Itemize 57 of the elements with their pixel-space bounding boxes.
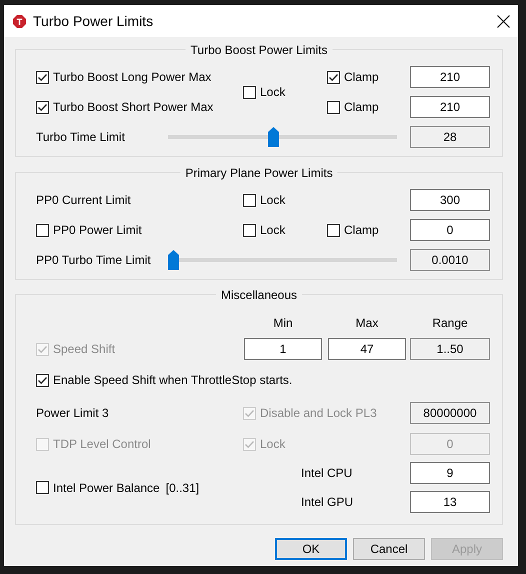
value-field[interactable]: 47 (328, 338, 406, 360)
field-label: Intel CPU (300, 466, 352, 480)
field-label: PP0 Turbo Time Limit (36, 253, 152, 267)
checkbox[interactable]: Intel Power Balance (36, 480, 160, 494)
checkbox[interactable]: Lock (243, 85, 286, 99)
checkbox-icon (327, 100, 340, 114)
group-title: Primary Plane Power Limits (180, 165, 338, 181)
checkbox-icon (36, 438, 49, 450)
field-label: Power Limit 3 (36, 406, 109, 420)
close-icon (497, 14, 510, 28)
checkbox-icon (36, 70, 49, 84)
value-field[interactable]: 1..50 (410, 338, 490, 360)
field-label: PP0 Current Limit (36, 193, 131, 207)
checkbox-icon (243, 194, 256, 206)
close-button[interactable] (495, 12, 512, 30)
checkbox[interactable]: Lock (243, 193, 286, 207)
checkbox-icon (36, 342, 49, 356)
checkbox-icon (36, 100, 49, 114)
value-field[interactable]: 210 (410, 66, 490, 88)
checkbox-icon (243, 406, 256, 420)
field-label: Intel GPU (300, 495, 354, 509)
value-field[interactable]: 9 (410, 462, 490, 484)
checkbox[interactable]: Clamp (327, 223, 379, 237)
checkbox[interactable]: PP0 Power Limit (36, 223, 142, 237)
checkbox-icon (327, 70, 340, 84)
range-hint: [0..31] (166, 480, 200, 494)
checkbox-icon (36, 481, 49, 494)
slider-thumb[interactable] (168, 250, 179, 270)
value-field[interactable]: 13 (410, 491, 490, 513)
checkbox[interactable]: Enable Speed Shift when ThrottleStop starts. (36, 373, 292, 387)
slider-thumb[interactable] (268, 127, 280, 147)
checkbox-icon (36, 224, 49, 236)
dialog-button[interactable]: Cancel (353, 538, 425, 560)
column-header: Range (431, 316, 469, 330)
checkbox[interactable]: Turbo Boost Long Power Max (36, 70, 212, 84)
value-field[interactable]: 80000000 (410, 402, 490, 424)
value-field[interactable]: 300 (410, 189, 490, 211)
dialog-button[interactable]: OK (275, 538, 347, 560)
column-header: Min (272, 316, 294, 330)
value-field[interactable]: 28 (410, 126, 490, 148)
checkbox[interactable]: Clamp (327, 100, 379, 114)
checkbox-icon (243, 86, 256, 98)
checkbox-icon (327, 224, 340, 236)
value-field[interactable]: 0.0010 (410, 249, 490, 271)
window-title: Turbo Power Limits (33, 13, 154, 29)
column-header: Max (354, 316, 380, 330)
value-field[interactable]: 0 (410, 219, 490, 241)
checkbox[interactable]: Lock (243, 223, 286, 237)
value-field[interactable]: 210 (410, 96, 490, 118)
value-field[interactable]: 1 (244, 338, 322, 360)
checkbox-icon (36, 374, 49, 386)
field-label: Turbo Time Limit (36, 130, 126, 144)
checkbox[interactable]: Clamp (327, 70, 379, 84)
checkbox-icon (243, 224, 256, 236)
app-logo-icon: T (13, 14, 26, 28)
checkbox-icon (243, 438, 256, 450)
checkbox[interactable]: Turbo Boost Short Power Max (36, 100, 214, 114)
